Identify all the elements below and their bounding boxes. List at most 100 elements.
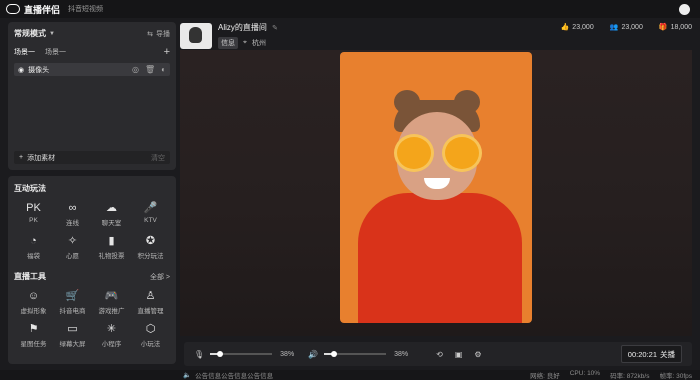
interact-item[interactable]: ◔ 福袋 xyxy=(14,235,53,260)
viewers-icon: 👥 xyxy=(609,24,619,31)
source-item-camera[interactable]: ◉ 摄像头 ◎ 🗑 ◐ xyxy=(14,63,170,76)
interact-item-icon: ▮ xyxy=(108,235,115,247)
location-label: 杭州 xyxy=(251,40,266,47)
interact-item-icon: 🎤 xyxy=(143,202,158,214)
delete-icon[interactable]: 🗑 xyxy=(145,65,155,74)
guide-label: 导播 xyxy=(156,30,170,38)
tools-item[interactable]: ▭ 绿幕大屏 xyxy=(53,323,92,348)
interact-item-label: PK xyxy=(29,217,38,224)
interact-item[interactable]: ✧ 心愿 xyxy=(53,235,92,260)
cpu-status: CPU: 10% xyxy=(569,370,601,377)
tools-item[interactable]: ⬡ 小玩法 xyxy=(131,323,170,348)
edit-icon[interactable]: ✎ xyxy=(272,25,278,32)
tools-item-icon: ☺ xyxy=(27,290,40,302)
tools-item[interactable]: 🛒 抖音电商 xyxy=(53,290,92,315)
mic-volume-slider[interactable] xyxy=(210,351,273,357)
tools-item-label: 虚拟形象 xyxy=(20,308,47,315)
live-timer: 00:20:21 xyxy=(627,349,657,359)
title-bar: 直播伴侣 抖音短视频 xyxy=(0,0,700,18)
interact-item[interactable]: 🎤 KTV xyxy=(131,202,170,227)
interact-item-label: 福袋 xyxy=(27,253,40,260)
tools-item-label: 星图任务 xyxy=(20,341,47,348)
gift-icon: 🎁 xyxy=(658,24,668,31)
guide-button[interactable]: ⇆ 导播 xyxy=(147,29,170,39)
interact-item[interactable]: ✪ 积分玩法 xyxy=(131,235,170,260)
tools-item-label: 游戏推广 xyxy=(98,308,125,315)
camera-icon: ◉ xyxy=(18,66,25,74)
interact-item-label: 聊天室 xyxy=(101,220,122,227)
bitrate-status: 码率: 872kb/s xyxy=(610,373,650,380)
live-tools-grid: ☺ 虚拟形象 🛒 抖音电商 🎮 游戏推广 ♙ 直播管理 ⚑ 星图任务 ▭ 绿幕大屏 ✳ 小程序 ⬡ 小玩法 xyxy=(14,290,170,348)
tools-item[interactable]: ⚑ 星图任务 xyxy=(14,323,53,348)
add-scene-button[interactable]: + xyxy=(164,47,170,58)
tools-item-label: 直播管理 xyxy=(137,308,164,315)
add-material-label: 添加素材 xyxy=(27,154,56,162)
app-subtitle: 抖音短视频 xyxy=(68,6,104,13)
interact-panel: 互动玩法 PK PK ∞ 连线 ☁ 聊天室 🎤 KTV ◔ 福袋 ✧ 心愿 ▮ 礼物投票 ✪ 积分玩法 直播工… xyxy=(8,176,176,364)
interact-item-label: 礼物投票 xyxy=(98,253,125,260)
room-name: Alizy的直播间 xyxy=(218,23,267,32)
speaker-volume-slider[interactable] xyxy=(324,351,387,357)
record-icon[interactable]: ▣ xyxy=(455,350,463,359)
microphone-icon[interactable]: 🎙 xyxy=(194,350,204,359)
announcement-icon: 🔈 xyxy=(183,372,192,379)
flip-camera-icon[interactable]: ⟲ xyxy=(436,350,443,359)
interact-item-icon: ◔ xyxy=(30,235,37,247)
tools-item[interactable]: ♙ 直播管理 xyxy=(131,290,170,315)
visibility-icon[interactable]: ◐ xyxy=(161,65,166,74)
all-tools-link[interactable]: 全部 > xyxy=(150,272,170,282)
interact-item-label: 心愿 xyxy=(66,253,79,260)
location-icon: ⌖ xyxy=(243,39,247,46)
add-material-button[interactable]: + 添加素材 清空 xyxy=(14,151,170,164)
source-label: 摄像头 xyxy=(28,66,50,74)
scene-panel: 常规模式 ▼ ⇆ 导播 场景一 场景一 + ◉ 摄像头 ◎ 🗑 ◐ + 添加素材… xyxy=(8,22,176,170)
mode-selector[interactable]: 常规模式 xyxy=(14,28,46,39)
clear-button[interactable]: 清空 xyxy=(151,153,165,163)
interact-item[interactable]: ▮ 礼物投票 xyxy=(92,235,131,260)
interact-item-icon: ∞ xyxy=(68,202,77,214)
tools-item-icon: ⚑ xyxy=(28,323,39,335)
control-bar: 🎙 38% 🔊 38% ⟲ ▣ ⚙ 00:20:21 关播 xyxy=(184,342,692,366)
app-logo-icon xyxy=(6,4,20,14)
settings-icon[interactable]: ◎ xyxy=(132,65,139,74)
stats-bar: 👍 23,000 👥 23,000 🎁 18,000 xyxy=(560,23,692,32)
tab-scene-1[interactable]: 场景一 xyxy=(14,47,35,57)
speaker-icon[interactable]: 🔊 xyxy=(308,350,318,359)
tools-item[interactable]: ☺ 虚拟形象 xyxy=(14,290,53,315)
guide-icon: ⇆ xyxy=(147,30,153,38)
end-live-label: 关播 xyxy=(660,349,675,359)
interact-item-label: 连线 xyxy=(66,220,79,227)
interact-item[interactable]: ☁ 聊天室 xyxy=(92,202,131,227)
tools-item-icon: ⬡ xyxy=(145,323,156,335)
tools-item-label: 绿幕大屏 xyxy=(59,341,86,348)
chevron-down-icon[interactable]: ▼ xyxy=(49,31,55,37)
user-avatar-icon[interactable] xyxy=(679,4,690,15)
tools-item-icon: 🎮 xyxy=(104,290,119,302)
app-name: 直播伴侣 xyxy=(24,4,61,15)
camera-preview-image xyxy=(340,52,532,323)
like-icon: 👍 xyxy=(560,24,570,31)
status-bar: 🔈 公告信息公告信息公告信息 网络: 良好 CPU: 10% 码率: 872kb… xyxy=(0,370,700,380)
tools-item[interactable]: 🎮 游戏推广 xyxy=(92,290,131,315)
fps-status: 帧率: 30fps xyxy=(659,373,692,380)
end-live-button[interactable]: 00:20:21 关播 xyxy=(620,345,682,363)
settings-gear-icon[interactable]: ⚙ xyxy=(474,350,481,359)
network-status: 网络: 良好 xyxy=(530,373,560,380)
tools-item-icon: 🛒 xyxy=(65,290,80,302)
live-tools-title: 直播工具 xyxy=(14,272,46,281)
interact-item[interactable]: ∞ 连线 xyxy=(53,202,92,227)
gifts-count: 18,000 xyxy=(670,23,692,31)
interact-item[interactable]: PK PK xyxy=(14,202,53,227)
interact-title: 互动玩法 xyxy=(14,184,46,193)
tools-item-icon: ✳ xyxy=(106,323,117,335)
streamer-avatar[interactable] xyxy=(180,22,212,49)
plus-icon: + xyxy=(19,154,24,161)
interact-item-icon: ✧ xyxy=(67,235,78,247)
tools-item-label: 小程序 xyxy=(101,341,122,348)
interact-item-icon: PK xyxy=(26,202,41,214)
tab-scene-2[interactable]: 场景一 xyxy=(45,47,66,57)
info-badge: 信息 xyxy=(218,37,238,49)
interact-item-icon: ✪ xyxy=(145,235,156,247)
tools-item[interactable]: ✳ 小程序 xyxy=(92,323,131,348)
tools-item-icon: ▭ xyxy=(67,323,78,335)
